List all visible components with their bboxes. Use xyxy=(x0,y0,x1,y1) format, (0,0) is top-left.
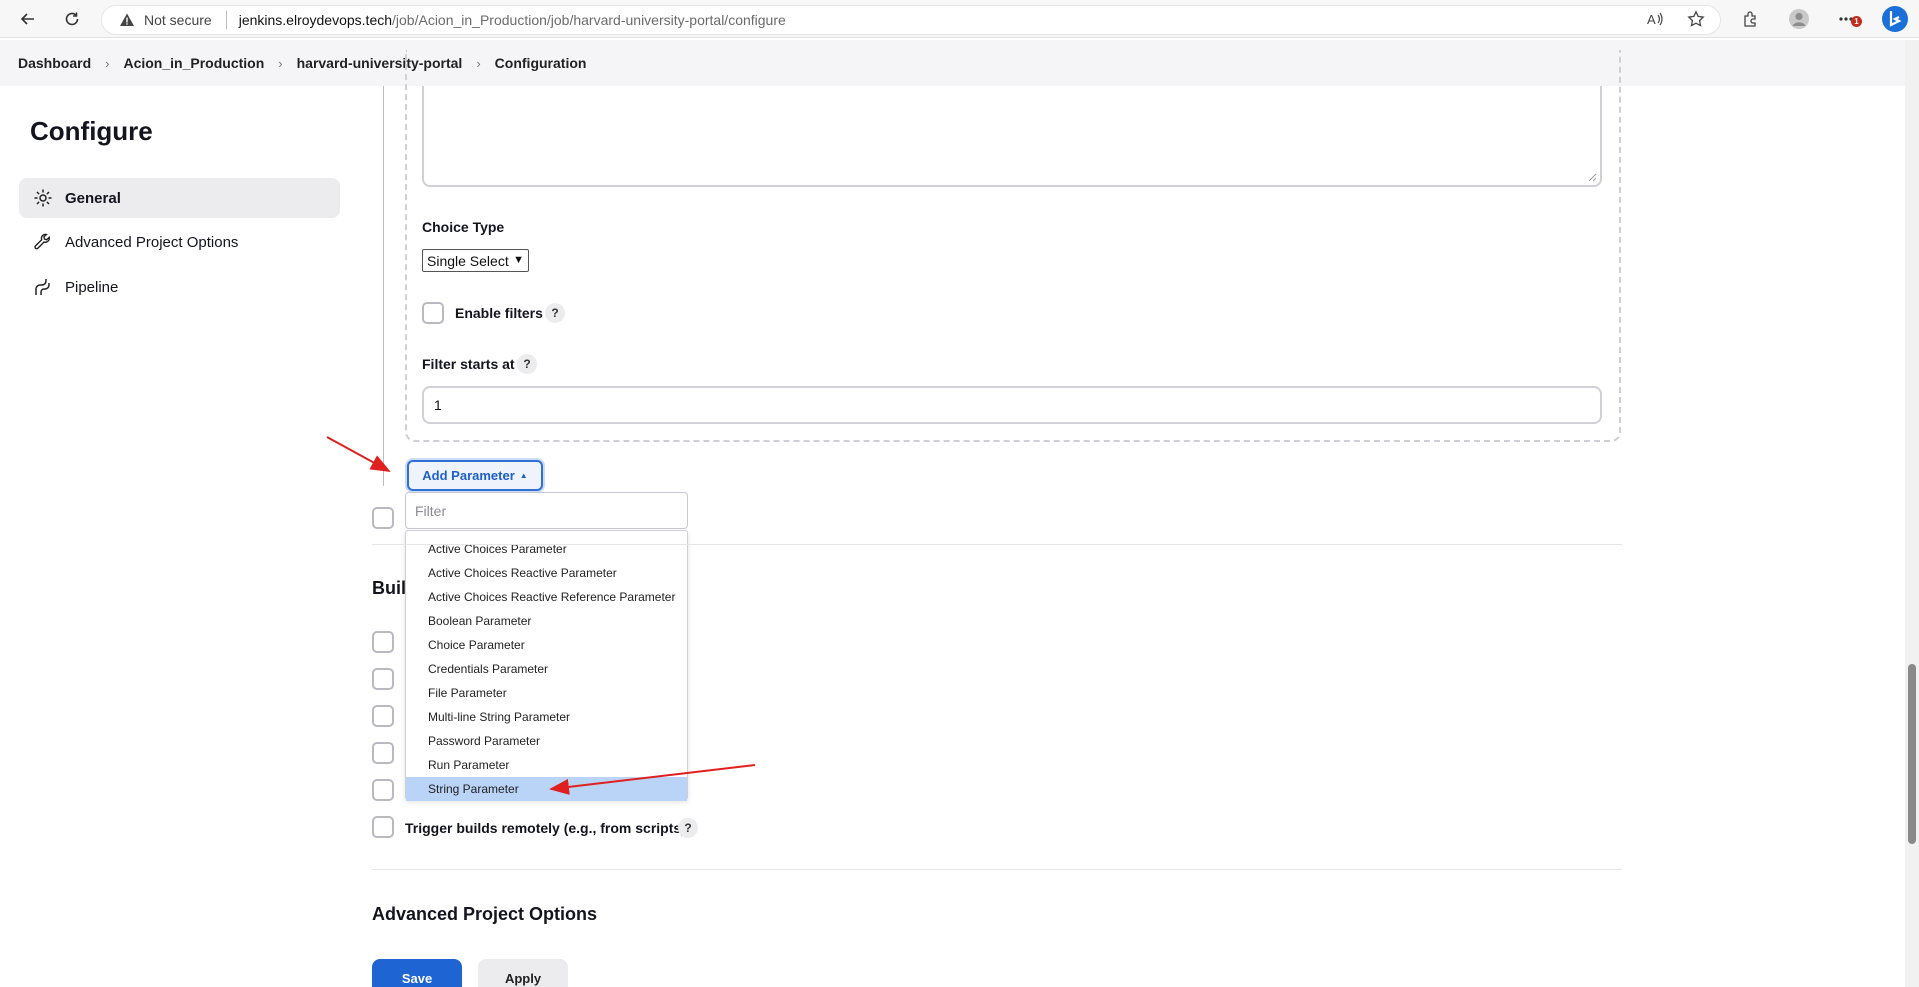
trigger-remote-label: Trigger builds remotely (e.g., from scri… xyxy=(405,820,686,836)
help-icon[interactable]: ? xyxy=(545,303,565,323)
bing-copilot-icon[interactable] xyxy=(1880,4,1910,34)
add-parameter-button[interactable]: Add Parameter ▲ xyxy=(407,460,543,491)
profile-avatar-icon[interactable] xyxy=(1787,7,1811,31)
url-host: jenkins.elroydevops.tech xyxy=(238,12,393,28)
gear-icon xyxy=(34,189,52,207)
sidebar-item-advanced-project-options[interactable]: Advanced Project Options xyxy=(19,222,340,262)
browser-toolbar: Not secure jenkins.elroydevops.tech/job/… xyxy=(0,0,1919,38)
choice-type-value: Single Select xyxy=(427,252,509,269)
save-button[interactable]: Save xyxy=(372,959,462,987)
security-status: Not secure xyxy=(144,12,212,28)
warning-icon xyxy=(118,11,136,29)
trigger-checkbox[interactable] xyxy=(372,631,394,653)
add-parameter-menu: Active Choices Parameter Active Choices … xyxy=(405,530,688,801)
filter-starts-label: Filter starts at xyxy=(422,356,515,372)
address-bar[interactable]: Not secure jenkins.elroydevops.tech/job/… xyxy=(101,5,1721,35)
breadcrumb-folder[interactable]: Acion_in_Production xyxy=(123,55,264,71)
menu-item[interactable]: Run Parameter xyxy=(406,753,687,777)
choices-textarea[interactable] xyxy=(422,86,1602,187)
divider xyxy=(372,869,1622,870)
enable-filters-checkbox[interactable] xyxy=(422,302,444,324)
sidebar-item-general[interactable]: General xyxy=(19,178,340,218)
sidebar-item-label: Pipeline xyxy=(65,278,119,296)
menu-item[interactable]: Password Parameter xyxy=(406,729,687,753)
sidebar-item-pipeline[interactable]: Pipeline xyxy=(19,267,340,307)
option-checkbox[interactable] xyxy=(372,507,394,529)
chevron-down-icon: ▼ xyxy=(513,254,524,266)
trigger-checkbox[interactable] xyxy=(372,779,394,801)
menu-item[interactable]: Multi-line String Parameter xyxy=(406,705,687,729)
trigger-remote-checkbox[interactable] xyxy=(372,816,394,838)
menu-item[interactable]: Active Choices Reactive Reference Parame… xyxy=(406,585,687,609)
chevron-right-icon: › xyxy=(105,55,110,71)
menu-item[interactable]: Boolean Parameter xyxy=(406,609,687,633)
resize-handle-icon[interactable] xyxy=(1588,173,1597,182)
advanced-project-options-heading: Advanced Project Options xyxy=(372,904,598,924)
more-menu-icon[interactable]: 1 xyxy=(1836,7,1862,31)
parameter-filter-input[interactable]: Filter xyxy=(405,492,688,529)
page-title: Configure xyxy=(30,116,153,146)
menu-item[interactable]: Credentials Parameter xyxy=(406,657,687,681)
menu-item[interactable]: File Parameter xyxy=(406,681,687,705)
notification-badge: 1 xyxy=(1851,16,1862,27)
help-icon[interactable]: ? xyxy=(678,818,698,838)
read-aloud-icon[interactable]: A xyxy=(1643,7,1667,31)
breadcrumb-dashboard[interactable]: Dashboard xyxy=(18,55,91,71)
trigger-checkbox[interactable] xyxy=(372,668,394,690)
scrollbar-thumb[interactable] xyxy=(1908,664,1916,844)
refresh-icon[interactable] xyxy=(60,7,84,31)
extensions-icon[interactable] xyxy=(1738,7,1762,31)
bottom-action-bar xyxy=(0,944,1905,987)
trigger-checkbox[interactable] xyxy=(372,705,394,727)
trigger-checkbox[interactable] xyxy=(372,742,394,764)
apply-button[interactable]: Apply xyxy=(478,959,568,987)
svg-text:A: A xyxy=(1647,12,1656,27)
filter-starts-input[interactable]: 1 xyxy=(422,386,1602,424)
url-path: /job/Acion_in_Production/job/harvard-uni… xyxy=(392,12,786,28)
page-scrollbar[interactable] xyxy=(1905,40,1919,987)
menu-item[interactable]: Active Choices Reactive Parameter xyxy=(406,561,687,585)
back-icon[interactable] xyxy=(16,7,40,31)
annotation-arrow-add-parameter xyxy=(326,436,391,472)
sidebar-item-label: Advanced Project Options xyxy=(65,233,239,251)
wrench-icon xyxy=(34,233,51,250)
choice-type-select[interactable]: Single Select ▼ xyxy=(422,249,529,272)
favorite-star-icon[interactable] xyxy=(1684,7,1708,31)
choice-type-label: Choice Type xyxy=(422,219,505,235)
caret-up-icon: ▲ xyxy=(519,471,528,480)
menu-item[interactable]: Choice Parameter xyxy=(406,633,687,657)
sidebar-item-label: General xyxy=(65,189,121,207)
section-guide-line xyxy=(383,86,384,486)
help-icon[interactable]: ? xyxy=(517,354,537,374)
chevron-right-icon: › xyxy=(278,55,283,71)
divider xyxy=(372,544,1622,545)
menu-item-string-parameter[interactable]: String Parameter xyxy=(406,777,687,801)
menu-item[interactable]: Active Choices Parameter xyxy=(406,537,687,561)
build-triggers-heading: Buil xyxy=(372,578,406,598)
enable-filters-label: Enable filters xyxy=(455,305,543,321)
pipeline-icon xyxy=(35,279,50,295)
